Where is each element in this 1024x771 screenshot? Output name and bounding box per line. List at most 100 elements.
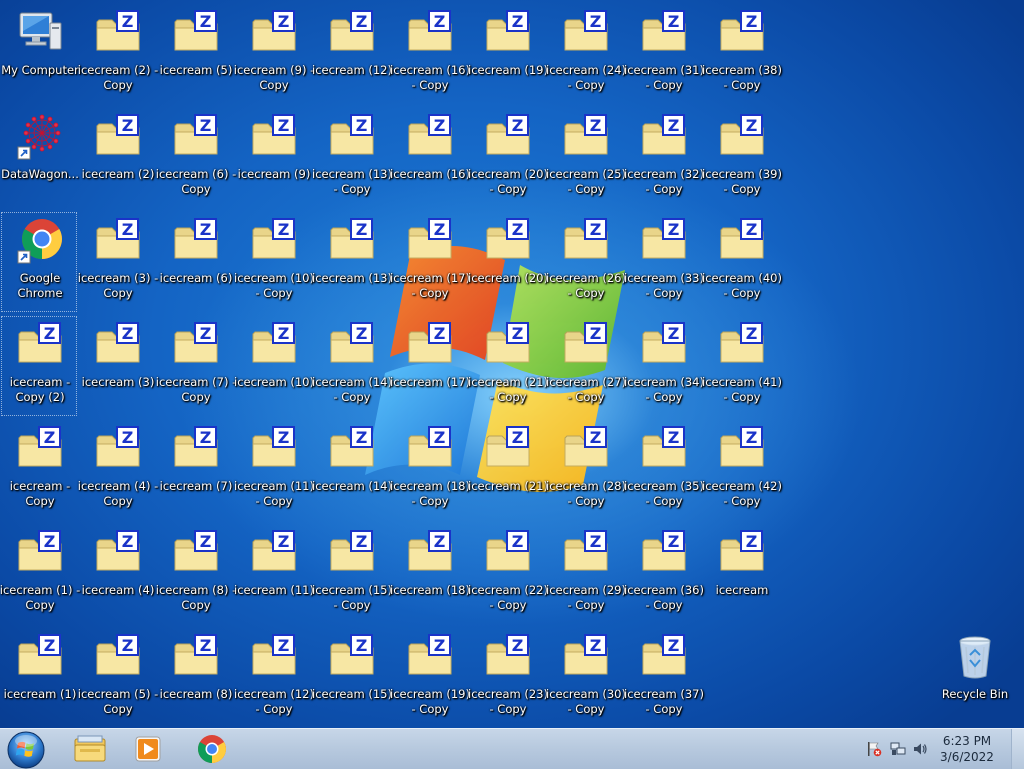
zip-folder-item[interactable]: Z icecream (1) [1,628,77,728]
zip-folder-icon: Z [718,321,766,369]
zip-folder-item[interactable]: Z icecream (4) - Copy [78,420,158,520]
zip-folder-item[interactable]: Z icecream (11) - Copy [234,420,314,520]
zip-folder-item[interactable]: Z icecream [703,524,779,624]
zip-folder-item[interactable]: Z icecream (5) - Copy [78,628,158,728]
zip-folder-item[interactable]: Z icecream (6) [157,212,233,312]
zip-folder-item[interactable]: Z icecream (23) - Copy [468,628,548,728]
zip-folder-item[interactable]: Z icecream (19) [468,4,548,104]
zip-folder-icon: Z [250,529,298,577]
zip-folder-icon: Z [484,321,532,369]
recycle-bin-icon[interactable]: Recycle Bin [936,628,1012,728]
zip-folder-item[interactable]: Z icecream (6) - Copy [156,108,236,208]
show-desktop-button[interactable] [1011,729,1024,769]
zip-folder-item[interactable]: Z icecream - Copy (2) [1,316,77,416]
svg-text:Z: Z [200,220,212,239]
zip-folder-item[interactable]: Z icecream (1) - Copy [0,524,80,624]
zip-folder-item[interactable]: Z icecream (12) [312,4,392,104]
zip-folder-item[interactable]: Z icecream (14) [312,420,392,520]
volume-icon[interactable] [912,741,928,757]
zip-folder-item[interactable]: Z icecream (37) - Copy [624,628,704,728]
zip-folder-item[interactable]: Z icecream (29) - Copy [546,524,626,624]
zip-folder-item[interactable]: Z icecream (32) - Copy [624,108,704,208]
windows-explorer-button[interactable] [64,731,116,767]
zip-folder-item[interactable]: Z icecream (2) [79,108,155,208]
zip-folder-item[interactable]: Z icecream (25) - Copy [546,108,626,208]
zip-folder-item[interactable]: Z icecream (33) - Copy [624,212,704,312]
zip-folder-item[interactable]: Z icecream (20) [468,212,548,312]
desktop-icon-label: icecream (41) - Copy [702,375,782,404]
windows-start-orb[interactable] [6,730,46,770]
zip-folder-item[interactable]: Z icecream (16) - Copy [390,4,470,104]
zip-folder-item[interactable]: Z icecream (39) - Copy [702,108,782,208]
zip-folder-item[interactable]: Z icecream (20) - Copy [468,108,548,208]
media-player-button[interactable] [122,731,174,767]
zip-folder-item[interactable]: Z icecream (42) - Copy [702,420,782,520]
zip-folder-item[interactable]: Z icecream (15) - Copy [312,524,392,624]
zip-folder-item[interactable]: Z icecream (22) - Copy [468,524,548,624]
zip-folder-item[interactable]: Z icecream (8) [157,628,233,728]
zip-folder-item[interactable]: Z icecream (7) [157,420,233,520]
zip-folder-item[interactable]: Z icecream (13) [312,212,392,312]
datawagon-shortcut-icon[interactable]: DataWagon... [1,108,79,208]
zip-folder-item[interactable]: Z icecream (16) [390,108,470,208]
zip-folder-item[interactable]: Z icecream (27) - Copy [546,316,626,416]
zip-folder-item[interactable]: Z icecream (19) - Copy [390,628,470,728]
zip-folder-item[interactable]: Z icecream (18) - Copy [390,420,470,520]
desktop-icon-label: icecream (5) - Copy [77,687,159,716]
my-computer-icon[interactable]: My Computer [1,4,79,104]
zip-folder-item[interactable]: Z icecream (31) - Copy [624,4,704,104]
zip-folder-item[interactable]: Z icecream (8) - Copy [156,524,236,624]
zip-folder-item[interactable]: Z icecream (9) - Copy [234,4,314,104]
svg-text:Z: Z [746,116,758,135]
zip-folder-item[interactable]: Z icecream (18) [390,524,470,624]
desktop-icon-label: icecream (31) - Copy [624,63,704,92]
zip-folder-item[interactable]: Z icecream (3) [79,316,155,416]
zip-folder-item[interactable]: Z icecream (17) [390,316,470,416]
zip-folder-icon: Z [172,529,220,577]
desktop-icon-label: icecream (8) [159,687,233,701]
zip-folder-item[interactable]: Z icecream (41) - Copy [702,316,782,416]
zip-folder-item[interactable]: Z icecream (24) - Copy [546,4,626,104]
zip-folder-item[interactable]: Z icecream - Copy [1,420,77,520]
zip-folder-item[interactable]: Z icecream (15) [312,628,392,728]
zip-folder-item[interactable]: Z icecream (10) - Copy [234,212,314,312]
zip-folder-icon: Z [328,9,376,57]
google-chrome-shortcut-icon[interactable]: Google Chrome [1,212,77,312]
zip-folder-item[interactable]: Z icecream (5) [157,4,233,104]
zip-folder-icon: Z [172,113,220,161]
zip-folder-item[interactable]: Z icecream (13) - Copy [312,108,392,208]
zip-folder-item[interactable]: Z icecream (7) - Copy [156,316,236,416]
zip-folder-item[interactable]: Z icecream (21) [468,420,548,520]
zip-folder-item[interactable]: Z icecream (10) [234,316,314,416]
zip-folder-item[interactable]: Z icecream (21) - Copy [468,316,548,416]
zip-folder-icon: Z [406,633,454,681]
svg-text:Z: Z [590,532,602,551]
zip-folder-item[interactable]: Z icecream (17) - Copy [390,212,470,312]
zip-folder-item[interactable]: Z icecream (2) - Copy [78,4,158,104]
zip-folder-item[interactable]: Z icecream (11) [234,524,314,624]
chrome-taskbar-button[interactable] [186,731,238,767]
zip-folder-item[interactable]: Z icecream (28) - Copy [546,420,626,520]
zip-folder-item[interactable]: Z icecream (40) - Copy [702,212,782,312]
zip-folder-item[interactable]: Z icecream (4) [79,524,155,624]
zip-folder-item[interactable]: Z icecream (12) - Copy [234,628,314,728]
desktop-icon-label: icecream (40) - Copy [702,271,782,300]
svg-text:Z: Z [122,220,134,239]
action-center-flag-icon[interactable] [866,741,882,757]
zip-folder-item[interactable]: Z icecream (30) - Copy [546,628,626,728]
zip-folder-item[interactable]: Z icecream (36) - Copy [624,524,704,624]
network-icon[interactable] [890,741,906,757]
zip-folder-item[interactable]: Z icecream (35) - Copy [624,420,704,520]
zip-folder-item[interactable]: Z icecream (26) - Copy [546,212,626,312]
zip-folder-item[interactable]: Z icecream (34) - Copy [624,316,704,416]
zip-folder-item[interactable]: Z icecream (9) [235,108,311,208]
clock[interactable]: 6:23 PM 3/6/2022 [932,733,1002,765]
desktop-icon-label: icecream (17) [390,375,470,389]
desktop-icon-label: icecream (13) - Copy [312,167,392,196]
desktop-icon-label: icecream - Copy (2) [9,375,71,404]
desktop-background[interactable]: My Computer DataWagon... Google Chrome R… [0,0,1024,728]
zip-folder-item[interactable]: Z icecream (38) - Copy [702,4,782,104]
zip-folder-icon: Z [16,529,64,577]
zip-folder-item[interactable]: Z icecream (3) - Copy [78,212,158,312]
zip-folder-item[interactable]: Z icecream (14) - Copy [312,316,392,416]
